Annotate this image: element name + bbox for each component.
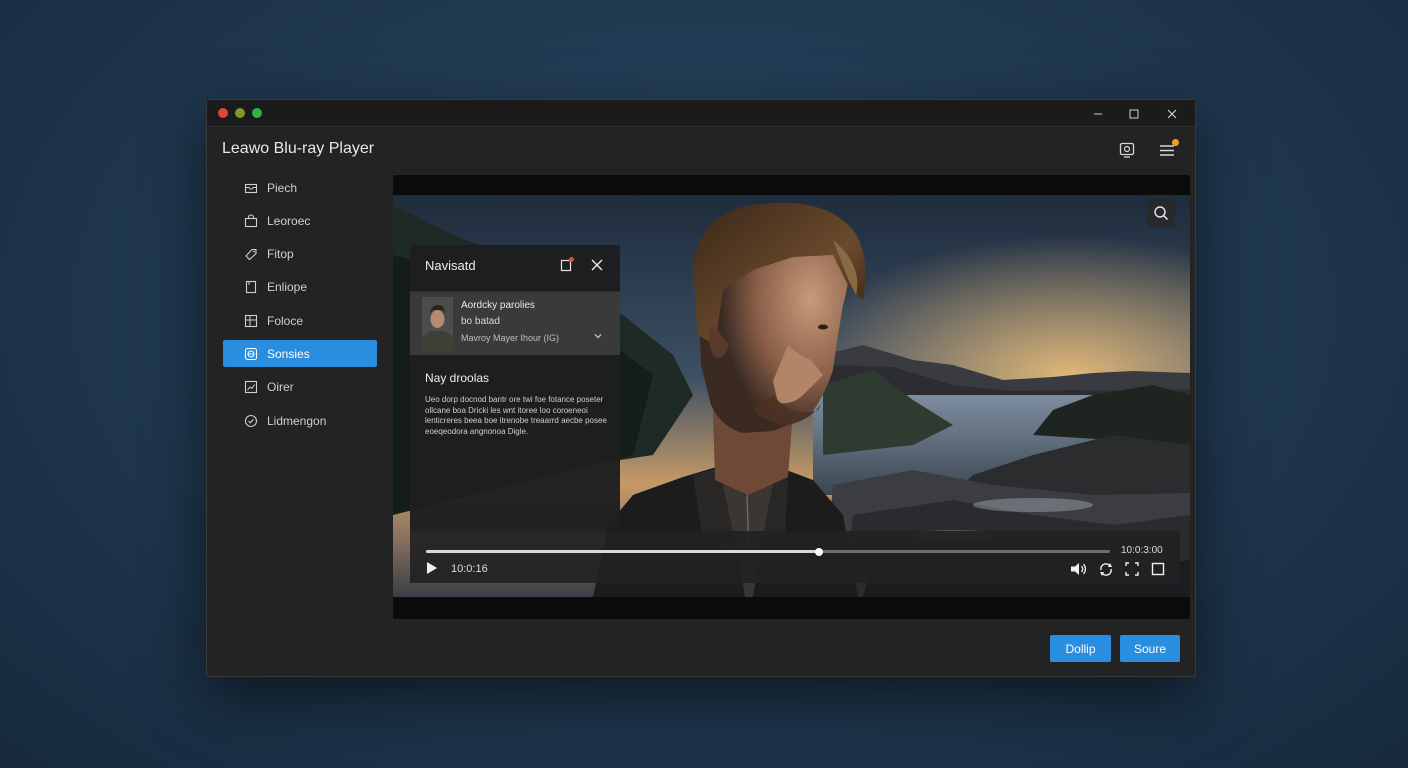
nav-panel-header: Navisatd: [410, 245, 620, 292]
card-title: Aordcky parolies: [461, 300, 535, 311]
menu-button[interactable]: [1155, 138, 1179, 162]
close-button[interactable]: [1159, 104, 1185, 124]
volume-button[interactable]: [1070, 561, 1086, 577]
fullscreen-icon: [1151, 562, 1165, 576]
card-meta: Mavroy Mayer Ihour (IG): [461, 333, 560, 343]
seek-handle[interactable]: [815, 547, 824, 556]
app-title: Leawo Blu-ray Player: [222, 140, 375, 157]
seek-bar-fill: [426, 550, 820, 553]
repeat-button[interactable]: [1098, 561, 1114, 577]
sidebar-item-fitop[interactable]: Fitop: [223, 241, 377, 268]
circle-check-icon: [243, 413, 259, 429]
inbox-icon: [243, 180, 259, 196]
document-icon: [243, 279, 259, 295]
search-icon: [1154, 206, 1169, 221]
minimize-button[interactable]: [1085, 104, 1111, 124]
sidebar-item-label: Fitop: [267, 247, 294, 262]
title-bar: [207, 100, 1195, 127]
nav-panel-title: Navisatd: [425, 258, 476, 273]
maximize-button[interactable]: [1121, 104, 1147, 124]
video-player[interactable]: Navisatd Aordcky parolies bo batad Mavro…: [393, 175, 1190, 619]
sidebar: Piech Leoroec Fitop Enliope Foloce Sonsi…: [223, 174, 377, 440]
nav-panel-subheading: Nay droolas: [425, 371, 490, 385]
minimize-icon: [1094, 113, 1102, 115]
cast-button[interactable]: [1115, 138, 1139, 162]
nav-panel-card[interactable]: Aordcky parolies bo batad Mavroy Mayer I…: [410, 292, 620, 355]
sidebar-item-oirer[interactable]: Oirer: [223, 374, 377, 401]
sidebar-item-label: Oirer: [267, 380, 294, 395]
close-icon: [1167, 109, 1177, 119]
total-time: 10:0:3:00: [1121, 545, 1163, 556]
sidebar-item-label: Sonsies: [267, 346, 310, 361]
current-time: 10:0:16: [451, 563, 488, 575]
card-thumbnail: [422, 297, 453, 353]
sidebar-item-label: Enliope: [267, 280, 308, 295]
sidebar-item-enliope[interactable]: Enliope: [223, 274, 377, 301]
soure-button[interactable]: Soure: [1120, 635, 1180, 662]
navigation-panel: Navisatd Aordcky parolies bo batad Mavro…: [410, 245, 620, 531]
notification-dot: [1172, 139, 1179, 146]
dollip-button[interactable]: Dollip: [1050, 635, 1111, 662]
playback-controls: 10:0:3:00 10:0:16: [410, 531, 1180, 583]
chevron-down-icon[interactable]: [592, 330, 604, 342]
close-icon[interactable]: [588, 256, 606, 274]
sidebar-item-foloce[interactable]: Foloce: [223, 307, 377, 334]
sidebar-item-label: Foloce: [267, 313, 304, 328]
sidebar-item-label: Lidmengon: [267, 413, 327, 428]
zoom-dot[interactable]: [252, 108, 262, 118]
sidebar-item-piech[interactable]: Piech: [223, 174, 377, 201]
sidebar-item-label: Leoroec: [267, 213, 311, 228]
sidebar-item-lidmengon[interactable]: Lidmengon: [223, 407, 377, 434]
grid-icon: [243, 313, 259, 329]
globe-icon: [243, 346, 259, 362]
minimize-dot[interactable]: [235, 108, 245, 118]
subtitle-icon: [1125, 562, 1139, 576]
pin-icon[interactable]: [558, 256, 576, 274]
nav-panel-description: Ueo dorp docnod bantr ore twi foe fotanc…: [425, 395, 607, 436]
sidebar-item-leoroec[interactable]: Leoroec: [223, 207, 377, 234]
fullscreen-button[interactable]: [1150, 561, 1166, 577]
subtitle-button[interactable]: [1124, 561, 1140, 577]
maximize-icon: [1129, 109, 1139, 119]
app-window: Leawo Blu-ray Player Piech Leoroec Fitop…: [206, 99, 1196, 677]
chart-icon: [243, 379, 259, 395]
play-icon[interactable]: [424, 560, 440, 576]
close-dot[interactable]: [218, 108, 228, 118]
volume-icon: [1071, 563, 1086, 575]
repeat-icon: [1100, 563, 1112, 576]
seek-bar[interactable]: [426, 547, 1110, 556]
card-subtitle: bo batad: [461, 316, 500, 327]
tag-icon: [243, 246, 259, 262]
cast-icon: [1119, 142, 1135, 158]
sidebar-item-sonsies[interactable]: Sonsies: [223, 340, 377, 368]
zoom-button[interactable]: [1147, 199, 1175, 227]
sidebar-item-label: Piech: [267, 180, 298, 195]
bag-icon: [243, 213, 259, 229]
